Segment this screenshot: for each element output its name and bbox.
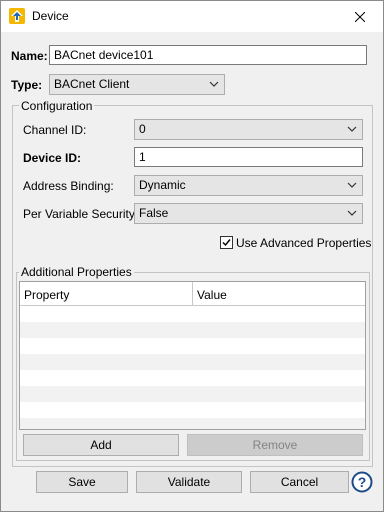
window-title: Device — [32, 9, 69, 23]
table-row — [20, 370, 365, 386]
channel-id-select[interactable]: 0 — [134, 119, 363, 140]
address-binding-label: Address Binding: — [23, 179, 114, 193]
table-row — [20, 306, 365, 322]
save-button[interactable]: Save — [36, 471, 128, 493]
table-row — [20, 386, 365, 402]
table-row — [20, 322, 365, 338]
type-label: Type: — [11, 78, 43, 92]
advanced-properties-label[interactable]: Use Advanced Properties — [236, 236, 371, 250]
per-variable-security-select[interactable]: False — [134, 203, 363, 224]
advanced-properties-checkbox[interactable] — [220, 236, 233, 249]
address-binding-value: Dynamic — [139, 178, 186, 192]
svg-text:?: ? — [358, 474, 367, 490]
column-header-property[interactable]: Property — [20, 282, 193, 306]
app-icon — [9, 8, 25, 24]
help-button[interactable]: ? — [351, 471, 373, 493]
properties-table[interactable]: Property Value — [19, 281, 366, 430]
checkmark-icon — [222, 239, 231, 247]
configuration-title: Configuration — [19, 99, 95, 113]
table-row — [20, 338, 365, 354]
type-select[interactable]: BACnet Client — [49, 74, 225, 95]
cancel-button[interactable]: Cancel — [250, 471, 349, 493]
chevron-down-icon — [347, 126, 357, 132]
remove-button[interactable]: Remove — [187, 434, 363, 456]
type-select-value: BACnet Client — [54, 77, 130, 91]
per-variable-security-value: False — [139, 206, 169, 220]
device-id-field[interactable]: 1 — [134, 147, 363, 167]
name-label: Name: — [11, 49, 48, 63]
chevron-down-icon — [347, 210, 357, 216]
name-field[interactable]: BACnet device101 — [49, 45, 367, 65]
table-row — [20, 354, 365, 370]
validate-button[interactable]: Validate — [136, 471, 242, 493]
table-row — [20, 418, 365, 429]
additional-properties-title: Additional Properties — [19, 265, 134, 279]
device-id-label: Device ID: — [23, 151, 82, 165]
table-row — [20, 402, 365, 418]
device-dialog: Device Name: BACnet device101 Type: BACn… — [0, 0, 384, 512]
column-header-value[interactable]: Value — [193, 282, 365, 306]
channel-id-label: Channel ID: — [23, 123, 87, 137]
per-variable-security-label: Per Variable Security: — [23, 207, 139, 221]
chevron-down-icon — [209, 81, 219, 87]
address-binding-select[interactable]: Dynamic — [134, 175, 363, 196]
close-button[interactable] — [337, 1, 383, 32]
close-icon — [355, 11, 365, 22]
title-bar: Device — [1, 1, 383, 32]
channel-id-value: 0 — [139, 122, 146, 136]
chevron-down-icon — [347, 182, 357, 188]
add-button[interactable]: Add — [23, 434, 179, 456]
help-icon: ? — [351, 471, 373, 493]
